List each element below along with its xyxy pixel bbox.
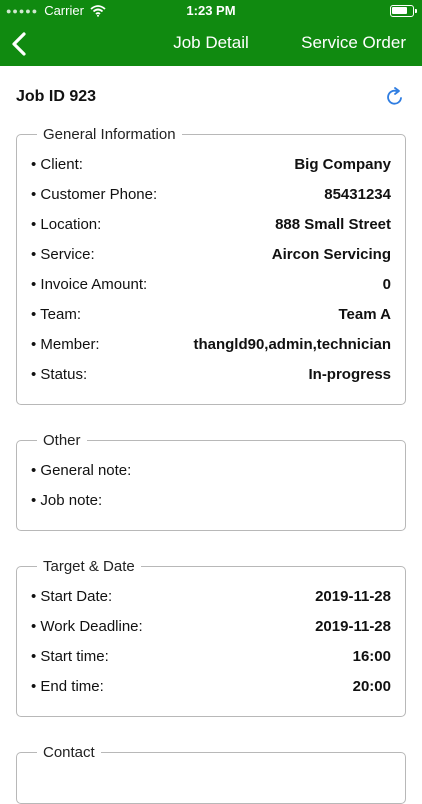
row-invoice-amount: Invoice Amount: 0 bbox=[31, 269, 391, 299]
row-value: In-progress bbox=[308, 365, 391, 383]
row-value: thangld90,admin,technician bbox=[193, 335, 391, 353]
row-general-note: General note: bbox=[31, 455, 391, 485]
row-client: Client: Big Company bbox=[31, 149, 391, 179]
row-value: 0 bbox=[382, 275, 391, 293]
row-start-time: Start time: 16:00 bbox=[31, 641, 391, 671]
other-section: Other General note: Job note: bbox=[16, 432, 406, 531]
row-member: Member: thangld90,admin,technician bbox=[31, 329, 391, 359]
row-label: Member: bbox=[31, 336, 99, 353]
row-service: Service: Aircon Servicing bbox=[31, 239, 391, 269]
section-title: Contact bbox=[43, 744, 95, 761]
row-label: End time: bbox=[31, 678, 103, 695]
row-job-note: Job note: bbox=[31, 485, 391, 515]
row-value: 16:00 bbox=[352, 647, 391, 665]
target-date-section: Target & Date Start Date: 2019-11-28 Wor… bbox=[16, 558, 406, 717]
row-label: Status: bbox=[31, 366, 87, 383]
job-id-label: Job ID 923 bbox=[16, 88, 97, 105]
row-label: Location: bbox=[31, 216, 101, 233]
navigation-bar: Job Detail Service Order bbox=[0, 22, 422, 66]
job-header: Job ID 923 bbox=[16, 86, 406, 108]
row-label: Start time: bbox=[31, 648, 108, 665]
row-value: 888 Small Street bbox=[275, 215, 391, 233]
row-start-date: Start Date: 2019-11-28 bbox=[31, 581, 391, 611]
row-value: Team A bbox=[338, 305, 391, 323]
row-value: 20:00 bbox=[352, 677, 391, 695]
row-label: General note: bbox=[31, 462, 131, 479]
row-label: Team: bbox=[31, 306, 81, 323]
row-value: Aircon Servicing bbox=[271, 245, 391, 263]
status-time: 1:23 PM bbox=[186, 3, 236, 18]
battery-icon bbox=[390, 5, 417, 17]
contact-section: Contact bbox=[16, 744, 406, 804]
row-label: Job note: bbox=[31, 492, 102, 509]
refresh-icon[interactable] bbox=[384, 86, 406, 108]
row-label: Start Date: bbox=[31, 588, 112, 605]
service-order-button[interactable]: Service Order bbox=[301, 33, 406, 53]
section-title: Target & Date bbox=[43, 558, 135, 575]
general-information-section: General Information Client: Big Company … bbox=[16, 126, 406, 405]
row-label: Customer Phone: bbox=[31, 186, 157, 203]
row-value: Big Company bbox=[294, 155, 391, 173]
row-label: Client: bbox=[31, 156, 83, 173]
row-team: Team: Team A bbox=[31, 299, 391, 329]
row-customer-phone: Customer Phone: 85431234 bbox=[31, 179, 391, 209]
row-label: Service: bbox=[31, 246, 94, 263]
row-value: 2019-11-28 bbox=[315, 587, 391, 605]
row-location: Location: 888 Small Street bbox=[31, 209, 391, 239]
row-label: Work Deadline: bbox=[31, 618, 142, 635]
row-label: Invoice Amount: bbox=[31, 276, 147, 293]
section-title: Other bbox=[43, 432, 81, 449]
row-status: Status: In-progress bbox=[31, 359, 391, 389]
row-work-deadline: Work Deadline: 2019-11-28 bbox=[31, 611, 391, 641]
row-value: 2019-11-28 bbox=[315, 617, 391, 635]
row-end-time: End time: 20:00 bbox=[31, 671, 391, 701]
section-title: General Information bbox=[43, 126, 176, 143]
status-bar: ●●●●● Carrier 1:23 PM bbox=[0, 0, 422, 22]
row-value: 85431234 bbox=[324, 185, 391, 203]
